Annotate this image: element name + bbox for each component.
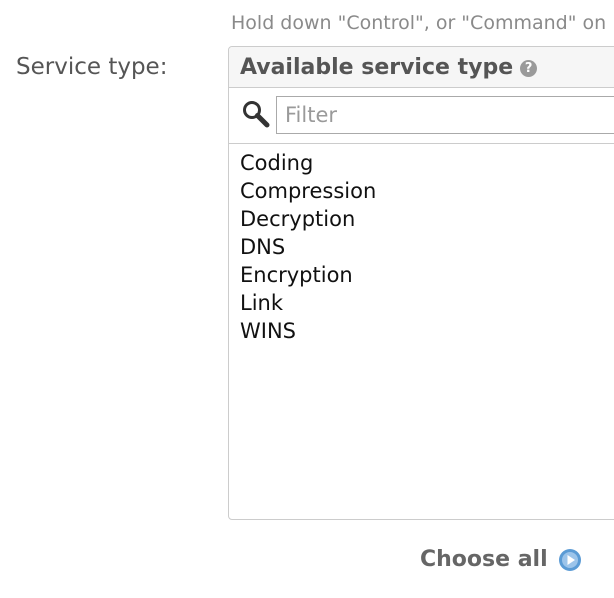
help-text: Hold down "Control", or "Command" on	[231, 12, 607, 34]
option-encryption[interactable]: Encryption	[240, 261, 614, 289]
service-type-label: Service type:	[16, 54, 168, 80]
search-icon	[243, 101, 270, 128]
choose-all-label: Choose all	[420, 547, 548, 572]
filter-input[interactable]	[276, 96, 614, 134]
selector-header-title: Available service type	[240, 54, 514, 80]
service-type-form: Hold down "Control", or "Command" on Ser…	[0, 0, 614, 598]
option-compression[interactable]: Compression	[240, 177, 614, 205]
option-wins[interactable]: WINS	[240, 317, 614, 345]
option-decryption[interactable]: Decryption	[240, 205, 614, 233]
arrow-right-circle-icon	[558, 548, 581, 571]
available-options-list[interactable]: Coding Compression Decryption DNS Encryp…	[229, 144, 614, 345]
selector-header: Available service type ?	[229, 47, 614, 88]
choose-all-link[interactable]: Choose all	[420, 547, 582, 572]
filter-row	[229, 88, 614, 144]
help-icon[interactable]: ?	[520, 60, 538, 77]
option-coding[interactable]: Coding	[240, 149, 614, 177]
available-service-type-selector: Available service type ? Coding Compress…	[228, 46, 614, 520]
option-dns[interactable]: DNS	[240, 233, 614, 261]
option-link[interactable]: Link	[240, 289, 614, 317]
